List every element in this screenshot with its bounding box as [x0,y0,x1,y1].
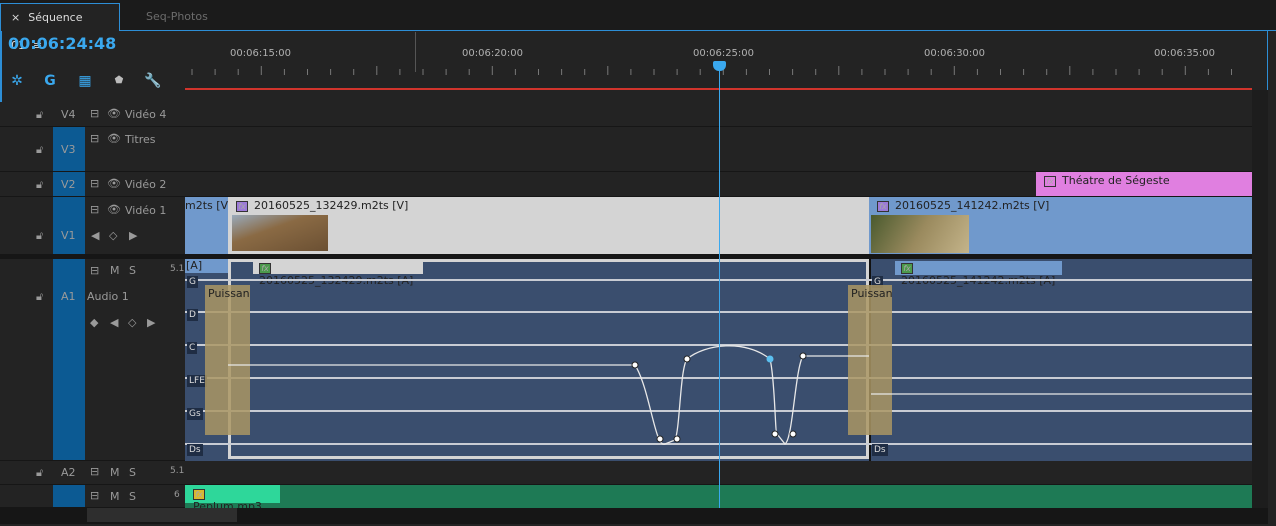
track-v3: 🔓︎ V3 ⊟ 👁︎ Titres [0,127,1252,172]
toggle-sync-icon[interactable]: ⊟ [90,465,99,478]
lock-icon[interactable]: 🔓︎ [36,290,43,304]
channel-format: 5.1 [170,264,185,274]
lock-icon[interactable]: 🔓︎ [36,143,43,157]
clip-label-box: fxPeplum.mp3 [185,485,280,513]
clip-thumbnail [232,215,328,251]
lock-icon[interactable]: 🔓︎ [36,108,43,122]
lock-icon[interactable]: 🔓︎ [36,466,43,480]
clip-label: Théatre de Ségeste [1062,174,1170,187]
toggle-sync-icon[interactable]: ⊟ [90,132,99,145]
close-icon[interactable]: × [11,11,20,24]
clip-label: 20160525_141242.m2ts [V] [895,199,1050,212]
clip-thumbnail [871,215,969,253]
tab-sequence-01[interactable]: × Séquence 01 ≡ [0,3,120,52]
track-a2: 🔓︎ A2 ⊟ M S 5.1 [0,461,1252,485]
scrollbar-thumb[interactable] [87,508,237,522]
channel-format: 5.1 [170,466,185,476]
track-name: Titres [125,133,156,146]
tab-label: Seq-Photos [146,10,208,23]
fx-icon: fx [877,200,889,212]
track-id[interactable]: V1 [61,229,76,242]
solo-button[interactable]: S [129,490,136,503]
ruler-label: 00:06:35:00 [1154,48,1216,59]
track-a1: 🔓︎A1 ⊟MS5.1 Audio 1 ◆◀◇▶ [A] fx20160525_… [0,259,1252,461]
track-id[interactable]: V4 [61,108,76,121]
ruler-label: 00:06:25:00 [693,48,755,59]
playhead-line [719,68,720,508]
lock-icon[interactable]: 🔓︎ [36,229,43,243]
lock-icon[interactable]: 🔓︎ [36,178,43,192]
track-v1: 🔓︎ V1 ⊟ 👁︎ Vidéo 1 ◀ ◇ ▶ m2ts [V] fx 20160525_1… [0,197,1252,255]
channel-format: 6 [174,490,180,500]
tab-seq-photos[interactable]: Seq-Photos [136,3,218,31]
eye-icon[interactable]: 👁︎ [107,132,121,145]
track-a3: ⊟ M S 6 fxPeplum.mp3 [0,485,1252,513]
track-v2: 🔓︎ V2 ⊟ 👁︎ Vidéo 2 fx Théatre de Ségeste [0,172,1252,197]
solo-button[interactable]: S [129,264,136,277]
tab-bar: × Séquence 01 ≡ Seq-Photos [0,0,1276,52]
track-v4: 🔓︎ V4 ⊟ 👁︎ Vidéo 4 [0,102,1252,127]
video-clip[interactable]: m2ts [V] [185,197,232,254]
toggle-sync-icon[interactable]: ⊟ [90,203,99,216]
fx-icon: fx [236,200,248,212]
eye-icon[interactable]: 👁︎ [107,177,121,190]
vertical-scrollbar[interactable] [1252,90,1268,508]
video-clip[interactable]: fx 20160525_132429.m2ts [V] [228,197,869,254]
title-clip[interactable]: fx Théatre de Ségeste [1036,172,1252,196]
toggle-sync-icon[interactable]: ⊟ [90,489,99,502]
eye-icon[interactable]: 👁︎ [107,107,121,120]
track-name: Vidéo 2 [125,178,167,191]
ruler-label: 00:06:15:00 [230,48,292,59]
ruler-label: 00:06:20:00 [462,48,524,59]
mute-button[interactable]: M [110,466,120,479]
track-id[interactable]: A1 [61,290,76,303]
marker-icon[interactable]: ⬟ [110,72,128,90]
fx-icon: fx [1044,175,1056,187]
video-clip[interactable]: fx 20160525_141242.m2ts [V] [869,197,1252,254]
next-keyframe-icon[interactable]: ▶ [129,229,137,242]
solo-button[interactable]: S [129,466,136,479]
snap-icon[interactable]: ✲ [8,72,26,90]
track-id[interactable]: V2 [61,178,76,191]
toggle-sync-icon[interactable]: ⊟ [90,264,99,277]
clip-label: m2ts [V] [185,199,233,212]
add-keyframe-icon[interactable]: ◇ [128,316,136,329]
track-id[interactable]: V3 [61,143,76,156]
eye-icon[interactable]: 👁︎ [107,203,121,216]
current-timecode[interactable]: 00:06:24:48 [8,34,116,53]
horizontal-scrollbar[interactable] [0,508,1268,524]
toggle-sync-icon[interactable]: ⊟ [90,107,99,120]
mute-button[interactable]: M [110,264,120,277]
ruler-label: 00:06:30:00 [924,48,986,59]
track-name: Vidéo 4 [125,108,167,121]
linked-selection-icon[interactable]: G [41,72,59,90]
clip-label: 20160525_132429.m2ts [V] [254,199,409,212]
next-keyframe-icon[interactable]: ▶ [147,316,155,329]
track-name: Vidéo 1 [125,204,167,217]
add-keyframe-icon[interactable]: ◇ [109,229,117,242]
mute-button[interactable]: M [110,490,120,503]
keyframe-icon[interactable]: ◆ [90,316,98,329]
fx-icon: fx [193,488,205,500]
add-marker-icon[interactable]: ▦ [76,72,94,90]
track-name: Audio 1 [87,290,129,303]
wrench-icon[interactable]: 🔧 [144,72,162,90]
prev-keyframe-icon[interactable]: ◀ [110,316,118,329]
track-id[interactable]: A2 [61,466,76,479]
toggle-sync-icon[interactable]: ⊟ [90,177,99,190]
prev-keyframe-icon[interactable]: ◀ [91,229,99,242]
